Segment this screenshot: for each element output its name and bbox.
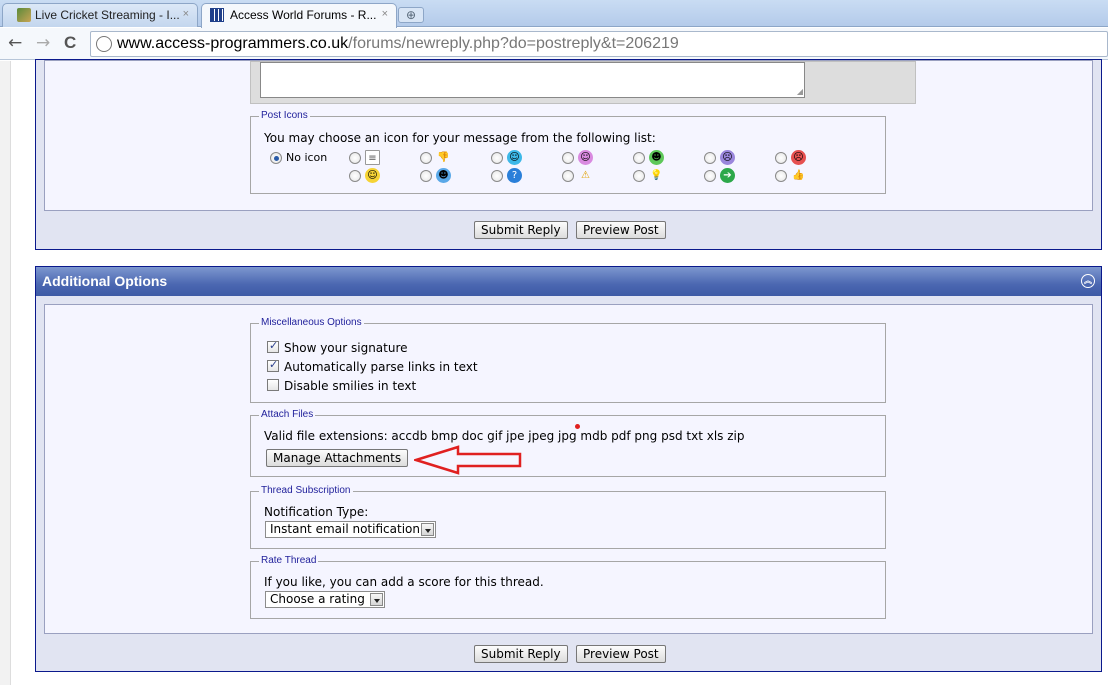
post-icons-legend: Post Icons xyxy=(259,110,310,122)
url-path: /forums/newreply.php?do=postreply&t=2062… xyxy=(348,35,679,52)
reply-panel-inner: ◢ Post Icons You may choose an icon for … xyxy=(44,60,1093,211)
submit-reply-button-bottom[interactable]: Submit Reply xyxy=(474,645,568,663)
angry-icon: ☹ xyxy=(791,150,806,165)
question-icon: ? xyxy=(507,168,522,183)
forward-icon[interactable]: → xyxy=(36,33,50,53)
disable-smilies-checkbox[interactable] xyxy=(267,379,279,391)
manage-attachments-button[interactable]: Manage Attachments xyxy=(266,449,409,467)
collapse-icon[interactable]: ︽ xyxy=(1081,274,1095,288)
post-icons-fieldset: Post Icons You may choose an icon for yo… xyxy=(250,110,886,194)
happy-icon: ☺ xyxy=(365,168,380,183)
close-tab-icon[interactable]: × xyxy=(382,8,388,20)
post-icon-radio[interactable] xyxy=(491,170,503,182)
thumbs-up-icon: 👍 xyxy=(792,170,805,181)
message-editor-frame: ◢ xyxy=(250,61,916,104)
rate-thread-fieldset: Rate Thread If you like, you can add a s… xyxy=(250,555,886,619)
dropdown-arrow-icon[interactable] xyxy=(421,523,434,536)
valid-extensions-text: Valid file extensions: accdb bmp doc gif… xyxy=(264,429,745,443)
reload-icon[interactable]: C xyxy=(64,33,76,53)
dropdown-arrow-icon[interactable] xyxy=(370,593,383,606)
no-icon-label: No icon xyxy=(286,151,328,164)
post-icon-radio[interactable] xyxy=(420,170,432,182)
post-icon-radio[interactable] xyxy=(420,152,432,164)
submit-reply-button[interactable]: Submit Reply xyxy=(474,221,568,239)
globe-icon xyxy=(96,36,112,52)
notification-type-label: Notification Type: xyxy=(264,505,369,519)
post-icon-radio[interactable] xyxy=(775,170,787,182)
misc-options-fieldset: Miscellaneous Options Show your signatur… xyxy=(250,317,886,403)
url-host: www.access-programmers.co.uk xyxy=(117,35,349,52)
address-bar[interactable]: www.access-programmers.co.uk/forums/newr… xyxy=(90,31,1108,57)
additional-options-panel: Additional Options ︽ Miscellaneous Optio… xyxy=(35,266,1102,672)
post-icon-radio[interactable] xyxy=(775,152,787,164)
post-icon-radio[interactable] xyxy=(562,152,574,164)
tab-label: Live Cricket Streaming - I... xyxy=(35,8,180,22)
tongue-icon: ☺ xyxy=(578,150,593,165)
post-icons-prompt: You may choose an icon for your message … xyxy=(264,131,656,145)
show-signature-label: Show your signature xyxy=(284,341,408,355)
post-icon-radio[interactable] xyxy=(562,170,574,182)
notification-type-value: Instant email notification xyxy=(270,522,420,536)
post-icon-radio[interactable] xyxy=(349,170,361,182)
rating-value: Choose a rating xyxy=(270,592,365,606)
misc-options-legend: Miscellaneous Options xyxy=(259,317,364,329)
close-tab-icon[interactable]: × xyxy=(183,8,189,20)
no-icon-radio[interactable] xyxy=(270,152,282,164)
additional-options-header: Additional Options ︽ xyxy=(36,267,1101,296)
cricket-favicon-icon xyxy=(17,8,31,22)
post-icon-radio[interactable] xyxy=(704,170,716,182)
arrow-icon: ➔ xyxy=(720,168,735,183)
frown-icon: ☹ xyxy=(720,150,735,165)
resize-grip-icon[interactable]: ◢ xyxy=(797,87,803,96)
left-scroll-rail xyxy=(0,61,11,685)
preview-post-button[interactable]: Preview Post xyxy=(576,221,666,239)
tab-access-world[interactable]: Access World Forums - R... × xyxy=(201,3,397,28)
page-content: ◢ Post Icons You may choose an icon for … xyxy=(0,59,1108,685)
tab-label: Access World Forums - R... xyxy=(230,8,377,22)
attach-files-legend: Attach Files xyxy=(259,409,316,421)
rate-thread-prompt: If you like, you can add a score for thi… xyxy=(264,575,544,589)
annotation-arrow-icon xyxy=(414,445,522,475)
cool-icon: ☻ xyxy=(436,168,451,183)
message-textarea[interactable]: ◢ xyxy=(260,62,805,98)
parse-links-label: Automatically parse links in text xyxy=(284,360,478,374)
attach-files-fieldset: Attach Files Valid file extensions: accd… xyxy=(250,409,886,477)
rating-select[interactable]: Choose a rating xyxy=(265,591,385,608)
post-icon-radio[interactable] xyxy=(633,152,645,164)
section-title: Additional Options xyxy=(42,273,168,289)
document-icon: ≡ xyxy=(365,150,380,165)
thread-subscription-legend: Thread Subscription xyxy=(259,485,353,497)
post-icon-radio[interactable] xyxy=(491,152,503,164)
thread-subscription-fieldset: Thread Subscription Notification Type: I… xyxy=(250,485,886,549)
forum-favicon-icon xyxy=(210,8,224,22)
grin-icon: ☻ xyxy=(649,150,664,165)
tab-cricket[interactable]: Live Cricket Streaming - I... × xyxy=(2,3,198,27)
new-tab-button[interactable]: ⊕ xyxy=(398,7,424,23)
parse-links-checkbox[interactable] xyxy=(267,358,279,372)
notification-type-select[interactable]: Instant email notification xyxy=(265,521,436,538)
post-icon-radio[interactable] xyxy=(633,170,645,182)
warning-icon: ⚠ xyxy=(581,170,590,181)
rate-thread-legend: Rate Thread xyxy=(259,555,319,567)
back-icon[interactable]: ← xyxy=(8,33,22,53)
smile-icon: ☺ xyxy=(507,150,522,165)
lightbulb-icon: 💡 xyxy=(650,170,663,181)
additional-options-inner: Miscellaneous Options Show your signatur… xyxy=(44,304,1093,634)
disable-smilies-label: Disable smilies in text xyxy=(284,379,417,393)
thumbs-down-icon: 👎 xyxy=(437,152,450,163)
tab-bar: Live Cricket Streaming - I... × Access W… xyxy=(0,0,1108,28)
post-icon-radio[interactable] xyxy=(349,152,361,164)
preview-post-button-bottom[interactable]: Preview Post xyxy=(576,645,666,663)
reply-panel: ◢ Post Icons You may choose an icon for … xyxy=(35,59,1102,250)
show-signature-checkbox[interactable] xyxy=(267,339,279,353)
post-icon-radio[interactable] xyxy=(704,152,716,164)
annotation-dot xyxy=(575,424,580,429)
browser-toolbar: ← → C www.access-programmers.co.uk/forum… xyxy=(0,28,1108,60)
